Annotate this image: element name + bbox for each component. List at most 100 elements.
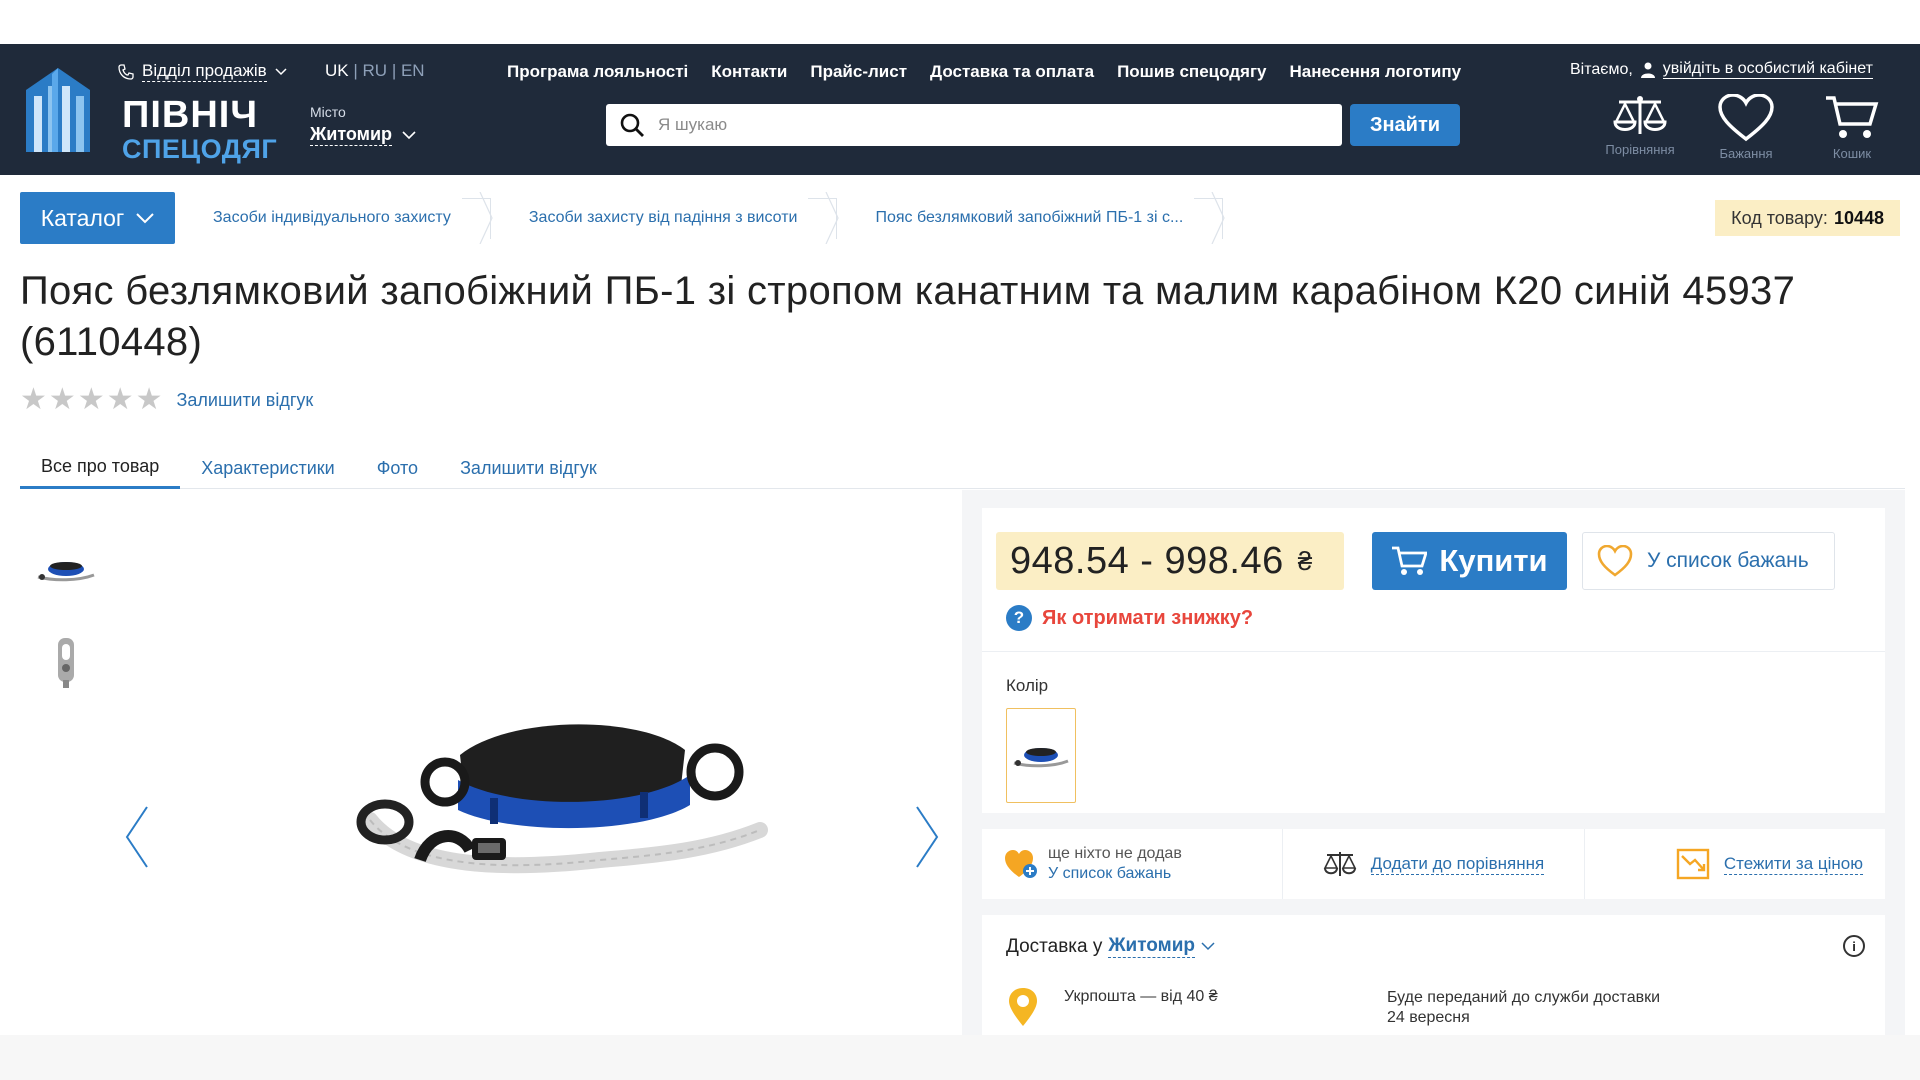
bottom-strip xyxy=(0,1035,1920,1080)
price-value: 948.54 - 998.46 xyxy=(1010,539,1284,582)
star-icon[interactable]: ★ xyxy=(136,385,163,415)
nav-price-list[interactable]: Прайс-лист xyxy=(810,62,907,82)
catalog-label: Каталог xyxy=(40,204,125,231)
tab-all-about[interactable]: Все про товар xyxy=(20,447,181,489)
track-price-link[interactable]: Стежити за ціною xyxy=(1723,854,1863,875)
chevron-right-icon xyxy=(916,806,939,868)
compare-link[interactable]: Додати до порівняння xyxy=(1370,854,1545,875)
tab-review[interactable]: Залишити відгук xyxy=(439,447,618,489)
breadcrumb-separator xyxy=(1211,192,1225,244)
breadcrumb-label: Засоби захисту від падіння з висоти xyxy=(528,209,798,226)
catalog-button[interactable]: Каталог xyxy=(20,192,175,244)
page-title: Пояс безлямковий запобіжний ПБ-1 зі стро… xyxy=(20,269,1796,364)
nav-logo-printing[interactable]: Нанесення логотипу xyxy=(1290,62,1462,82)
nav-contacts[interactable]: Контакти xyxy=(711,62,787,82)
user-icon xyxy=(1640,62,1655,78)
wishlist-button-label: У список бажань xyxy=(1647,549,1809,572)
login-link[interactable]: увійдіть в особистий кабінет xyxy=(1662,60,1873,79)
lang-ru[interactable]: RU xyxy=(363,61,388,80)
product-actions: ще ніхто не додав У список бажань Додати… xyxy=(982,829,1885,899)
lang-separator: | xyxy=(353,61,358,80)
logo-text-sub: СПЕЦОДЯГ xyxy=(122,134,278,164)
buy-button[interactable]: Купити xyxy=(1372,532,1567,590)
top-spacer xyxy=(0,0,1920,44)
add-to-wishlist-button[interactable]: У список бажань xyxy=(1582,532,1835,590)
breadcrumb: Каталог Засоби індивідуального захисту З… xyxy=(20,192,1900,244)
search-bar xyxy=(606,104,1342,146)
tab-characteristics[interactable]: Характеристики xyxy=(180,447,355,489)
chevron-down-icon xyxy=(136,212,155,223)
star-icon[interactable]: ★ xyxy=(107,385,134,415)
product-main-image xyxy=(356,724,768,874)
top-nav: Програма лояльності Контакти Прайс-лист … xyxy=(507,62,1461,82)
nav-loyalty[interactable]: Програма лояльності xyxy=(507,62,688,82)
product-tabs: Все про товар Характеристики Фото Залиши… xyxy=(20,447,1905,489)
nav-delivery[interactable]: Доставка та оплата xyxy=(930,62,1094,82)
scales-icon xyxy=(1613,96,1667,134)
search-button[interactable]: Знайти xyxy=(1350,104,1460,146)
delivery-city[interactable]: Житомир xyxy=(1108,935,1195,958)
info-icon[interactable]: i xyxy=(1843,935,1865,957)
color-label: Колір xyxy=(1006,676,1049,695)
heart-icon xyxy=(1718,94,1774,142)
star-icon[interactable]: ★ xyxy=(49,385,76,415)
cart-button[interactable]: Кошик xyxy=(1817,94,1887,161)
star-icon[interactable]: ★ xyxy=(20,385,47,415)
discount-link[interactable]: ? Як отримати знижку? xyxy=(1006,605,1253,631)
breadcrumb-item[interactable]: Засоби індивідуального захисту xyxy=(175,192,493,244)
buy-label: Купити xyxy=(1439,543,1548,578)
compare-button[interactable]: Порівняння xyxy=(1605,94,1675,161)
gallery-next-button[interactable] xyxy=(915,805,939,874)
city-selector[interactable]: Місто Житомир xyxy=(310,104,416,146)
breadcrumb-label: Пояс безлямковий запобіжний ПБ-1 зі с... xyxy=(875,209,1184,226)
wishlist-button[interactable]: Бажання xyxy=(1711,94,1781,161)
delivery-card: Доставка у Житомир i Укрпошта — від 40 ₴… xyxy=(982,915,1885,1045)
chevron-down-icon xyxy=(275,67,287,75)
price-display: 948.54 - 998.46 ₴ xyxy=(996,532,1344,590)
belt-thumbnail-image xyxy=(37,562,95,582)
lang-uk[interactable]: UK xyxy=(325,61,349,80)
gallery-prev-button[interactable] xyxy=(125,805,149,874)
sales-dropdown[interactable]: Відділ продажів xyxy=(118,61,287,82)
site-header: ПІВНІЧ СПЕЦОДЯГ Відділ продажів UK | RU … xyxy=(0,44,1920,175)
discount-label: Як отримати знижку? xyxy=(1042,606,1254,629)
compare-action[interactable]: Додати до порівняння xyxy=(1283,829,1585,899)
price-track-action[interactable]: Стежити за ціною xyxy=(1585,829,1885,899)
transfer-date: 24 вересня xyxy=(1387,1009,1470,1026)
leave-review-link[interactable]: Залишити відгук xyxy=(177,390,314,411)
lang-en[interactable]: EN xyxy=(401,61,425,80)
location-pin-icon xyxy=(1006,987,1040,1032)
price-card: 948.54 - 998.46 ₴ Купити У список бажань… xyxy=(982,508,1885,813)
tab-photo[interactable]: Фото xyxy=(356,447,439,489)
wishlist-label: Бажання xyxy=(1719,146,1773,161)
thumbnail[interactable] xyxy=(30,538,102,602)
product-code-label: Код товару: xyxy=(1731,207,1828,228)
cart-icon xyxy=(1392,546,1428,575)
search-input[interactable] xyxy=(658,104,1342,146)
price-trend-icon xyxy=(1676,848,1710,880)
carabiner-thumbnail-image xyxy=(58,638,74,688)
cart-icon xyxy=(1826,96,1879,138)
product-code: Код товару: 10448 xyxy=(1715,200,1900,236)
logo-text-main: ПІВНІЧ xyxy=(122,94,259,136)
lang-separator: | xyxy=(391,61,397,80)
breadcrumb-item-current[interactable]: Пояс безлямковий запобіжний ПБ-1 зі с... xyxy=(837,192,1225,244)
sales-label: Відділ продажів xyxy=(142,61,267,82)
breadcrumb-item[interactable]: Засоби захисту від падіння з висоти xyxy=(491,192,840,244)
thumbnail[interactable] xyxy=(30,630,102,694)
wishlist-text: У список бажань xyxy=(1048,865,1172,882)
language-switcher: UK | RU | EN xyxy=(325,61,425,81)
city-value: Житомир xyxy=(310,124,393,146)
color-swatch[interactable] xyxy=(1006,708,1076,803)
welcome-greeting: Вітаємо, xyxy=(1570,60,1633,78)
rating: ★ ★ ★ ★ ★ Залишити відгук xyxy=(20,385,313,415)
chevron-down-icon xyxy=(1201,942,1215,951)
delivery-heading: Доставка у Житомир xyxy=(1006,935,1215,958)
delivery-service: Укрпошта — від 40 ₴ xyxy=(1064,988,1218,1005)
nav-tailoring[interactable]: Пошив спецодягу xyxy=(1117,62,1266,82)
logo-building-icon xyxy=(26,68,90,152)
delivery-prefix: Доставка у xyxy=(1006,935,1103,957)
star-icon[interactable]: ★ xyxy=(78,385,105,415)
divider xyxy=(982,651,1885,652)
cart-label: Кошик xyxy=(1832,146,1872,161)
